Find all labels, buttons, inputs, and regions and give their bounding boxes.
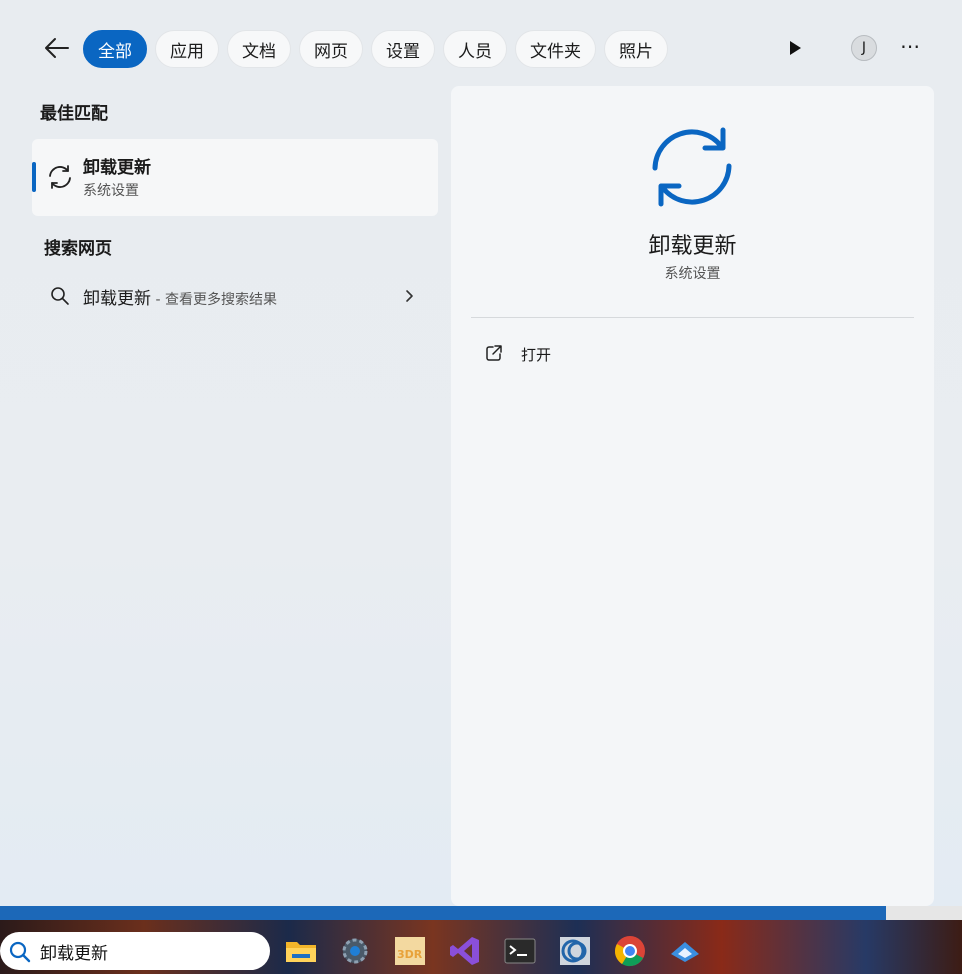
- web-search-text: 卸载更新 - 查看更多搜索结果: [83, 284, 277, 309]
- best-match-subtitle: 系统设置: [83, 183, 139, 199]
- best-match-heading: 最佳匹配: [40, 104, 108, 124]
- web-search-query: 卸载更新: [83, 289, 151, 309]
- web-search-heading: 搜索网页: [44, 239, 112, 259]
- search-icon: [51, 287, 69, 305]
- chevron-right-icon[interactable]: [404, 289, 414, 303]
- tab-folders[interactable]: 文件夹: [515, 30, 596, 68]
- settings-icon[interactable]: [338, 934, 372, 968]
- terminal-icon[interactable]: [503, 934, 537, 968]
- detail-subtitle: 系统设置: [664, 266, 721, 282]
- tab-web[interactable]: 网页: [299, 30, 363, 68]
- start-search-panel: 全部 应用 文档 网页 设置 人员 文件夹 照片 J ⋯ 最佳匹配 卸载更新 系…: [0, 0, 962, 906]
- web-search-hint: - 查看更多搜索结果: [151, 292, 277, 308]
- file-explorer-icon[interactable]: [284, 934, 318, 968]
- update-sync-large-icon: [652, 127, 732, 207]
- tab-apps[interactable]: 应用: [155, 30, 219, 68]
- vpn-app-icon[interactable]: [668, 934, 702, 968]
- tab-people[interactable]: 人员: [443, 30, 507, 68]
- chrome-icon[interactable]: [613, 934, 647, 968]
- best-match-item[interactable]: 卸载更新 系统设置: [32, 139, 438, 216]
- cc-app-icon[interactable]: [558, 934, 592, 968]
- tab-documents[interactable]: 文档: [227, 30, 291, 68]
- tab-settings[interactable]: 设置: [371, 30, 435, 68]
- back-arrow-icon[interactable]: [44, 34, 70, 62]
- more-options-icon[interactable]: ⋯: [900, 36, 924, 58]
- detail-title: 卸载更新: [648, 234, 737, 259]
- update-sync-icon: [49, 165, 71, 189]
- selection-indicator: [32, 162, 36, 192]
- filter-tabs: 全部 应用 文档 网页 设置 人员 文件夹 照片: [83, 30, 668, 68]
- open-external-icon: [486, 345, 502, 361]
- tab-photos[interactable]: 照片: [604, 30, 668, 68]
- play-icon[interactable]: [786, 38, 804, 58]
- open-action-label: 打开: [521, 346, 552, 364]
- search-icon: [9, 941, 31, 963]
- open-action[interactable]: 打开: [483, 341, 683, 369]
- avatar[interactable]: J: [851, 35, 877, 61]
- tab-all[interactable]: 全部: [83, 30, 147, 68]
- taskbar-search-box[interactable]: [0, 932, 270, 970]
- divider: [471, 317, 914, 318]
- detail-pane: 卸载更新 系统设置 打开: [451, 86, 934, 906]
- 3dr-icon[interactable]: 3DR: [393, 934, 427, 968]
- svg-text:3DR: 3DR: [397, 948, 423, 961]
- taskbar-search-input[interactable]: [40, 937, 260, 965]
- web-search-item[interactable]: 卸载更新 - 查看更多搜索结果: [32, 275, 438, 315]
- visual-studio-icon[interactable]: [448, 934, 482, 968]
- best-match-title: 卸载更新: [83, 158, 151, 178]
